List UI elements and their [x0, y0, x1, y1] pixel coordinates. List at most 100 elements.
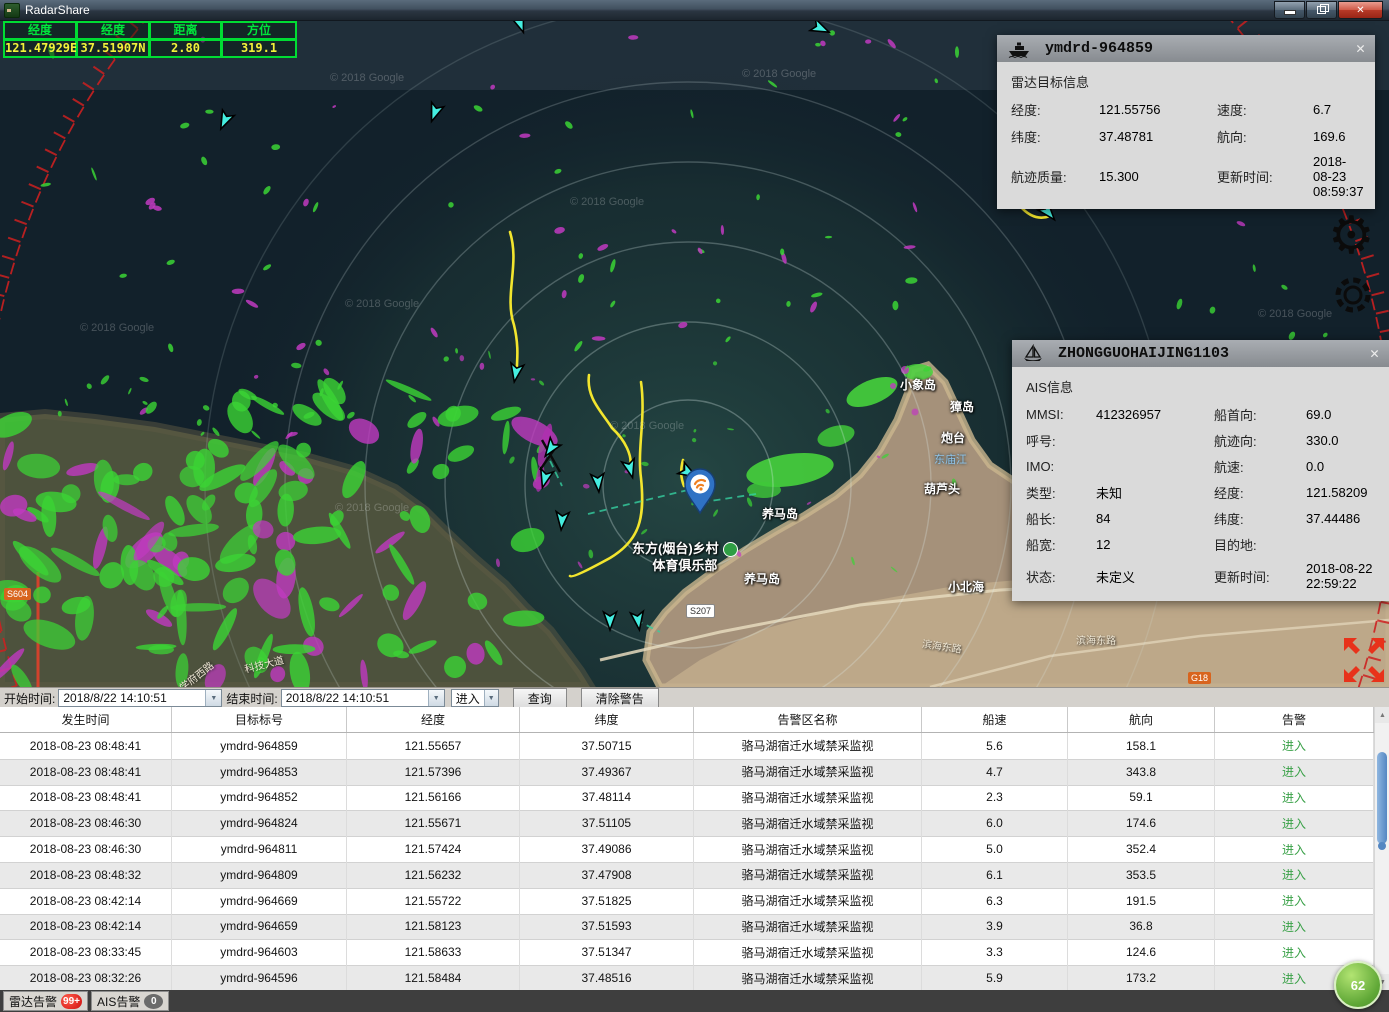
- settings-gear-icon[interactable]: ⚙: [1328, 210, 1375, 262]
- cell: 352.4: [1068, 836, 1215, 863]
- alarm-enter-link[interactable]: 进入: [1282, 737, 1306, 754]
- table-row[interactable]: 2018-08-23 08:42:14ymdrd-964669121.55722…: [0, 888, 1374, 914]
- cell: 骆马湖宿迁水域禁采监视: [694, 888, 922, 915]
- alarm-enter-link[interactable]: 进入: [1282, 970, 1306, 987]
- ais-popup: ZHONGGUOHAIJING1103 ✕ AIS信息 MMSI:4123269…: [1012, 340, 1389, 601]
- cell: 37.51593: [520, 914, 694, 941]
- gear-outline-icon[interactable]: [1330, 272, 1376, 322]
- table-row[interactable]: 2018-08-23 08:33:45ymdrd-964603121.58633…: [0, 939, 1374, 965]
- cell: ymdrd-964824: [172, 810, 347, 837]
- cell: 骆马湖宿迁水域禁采监视: [694, 862, 922, 889]
- end-time-picker[interactable]: 2018/8/22 14:10:51 ▼: [281, 689, 445, 707]
- cell: 骆马湖宿迁水域禁采监视: [694, 836, 922, 863]
- radar-alarm-count-badge: 99+: [61, 994, 82, 1009]
- alarm-enter-link[interactable]: 进入: [1282, 866, 1306, 883]
- cell: 37.51347: [520, 939, 694, 966]
- table-row[interactable]: 2018-08-23 08:46:30ymdrd-964824121.55671…: [0, 810, 1374, 836]
- cursor-readout: 经度 经度 距离 方位 121.47929E 37.51907N 2.80 31…: [4, 22, 297, 58]
- cell: ymdrd-964859: [172, 733, 347, 760]
- close-icon[interactable]: ✕: [1356, 39, 1365, 58]
- scroll-up-icon[interactable]: ▲: [1375, 707, 1389, 723]
- table-row[interactable]: 2018-08-23 08:32:26ymdrd-964596121.58484…: [0, 965, 1374, 991]
- restore-icon: [1317, 6, 1326, 14]
- col-speed: 船速: [922, 707, 1068, 732]
- cell: 骆马湖宿迁水域禁采监视: [694, 914, 922, 941]
- cell: 2018-08-23 08:48:32: [0, 862, 172, 889]
- restore-button[interactable]: [1306, 1, 1337, 19]
- table-row[interactable]: 2018-08-23 08:48:41ymdrd-964852121.56166…: [0, 785, 1374, 811]
- cell: 2018-08-23 08:46:30: [0, 836, 172, 863]
- cell: 骆马湖宿迁水域禁采监视: [694, 759, 922, 786]
- zoom-level-badge[interactable]: 62: [1334, 961, 1382, 1009]
- readout-header: 方位: [221, 21, 297, 40]
- table-row[interactable]: 2018-08-23 08:48:41ymdrd-964853121.57396…: [0, 759, 1374, 785]
- chevron-down-icon[interactable]: ▼: [205, 690, 221, 706]
- cell: 骆马湖宿迁水域禁采监视: [694, 939, 922, 966]
- chevron-down-icon[interactable]: ▼: [428, 690, 444, 706]
- radar-target-popup: ymdrd-964859 ✕ 雷达目标信息 经度:121.55756 速度:6.…: [997, 35, 1375, 209]
- radar-popup-titlebar[interactable]: ymdrd-964859 ✕: [997, 35, 1375, 62]
- query-button[interactable]: 查询: [513, 688, 567, 708]
- chevron-down-icon[interactable]: ▼: [484, 690, 498, 706]
- table-scrollbar[interactable]: ▲ ▼: [1374, 707, 1389, 990]
- cell: 2018-08-23 08:48:41: [0, 785, 172, 812]
- table-row[interactable]: 2018-08-23 08:48:32ymdrd-964809121.56232…: [0, 862, 1374, 888]
- cell: 174.6: [1068, 810, 1215, 837]
- close-button[interactable]: ✕: [1338, 1, 1383, 19]
- scrollbar-thumb[interactable]: [1377, 752, 1387, 844]
- alarm-enter-link[interactable]: 进入: [1282, 944, 1306, 961]
- cell: 5.0: [922, 836, 1068, 863]
- alarm-type-select[interactable]: 进入 ▼: [451, 689, 499, 707]
- cell: 4.7: [922, 759, 1068, 786]
- ais-popup-titlebar[interactable]: ZHONGGUOHAIJING1103 ✕: [1012, 340, 1389, 367]
- start-time-picker[interactable]: 2018/8/22 14:10:51 ▼: [58, 689, 222, 707]
- cell: 2018-08-23 08:48:41: [0, 733, 172, 760]
- alarm-enter-link[interactable]: 进入: [1282, 763, 1306, 780]
- cell: 59.1: [1068, 785, 1215, 812]
- minimize-button[interactable]: [1274, 1, 1305, 19]
- table-row[interactable]: 2018-08-23 08:48:41ymdrd-964859121.55657…: [0, 733, 1374, 759]
- cell: 343.8: [1068, 759, 1215, 786]
- cell: 121.55722: [347, 888, 520, 915]
- close-icon[interactable]: ✕: [1370, 344, 1379, 363]
- sailboat-icon: [1022, 344, 1044, 364]
- cell: 121.57424: [347, 836, 520, 863]
- cell: 37.51825: [520, 888, 694, 915]
- query-toolbar: 开始时间: 2018/8/22 14:10:51 ▼ 结束时间: 2018/8/…: [0, 687, 1389, 708]
- cell: 进入: [1215, 733, 1374, 760]
- tab-radar-alarms[interactable]: 雷达告警 99+: [3, 991, 88, 1011]
- radar-popup-title: ymdrd-964859: [1045, 40, 1153, 57]
- col-course: 航向: [1068, 707, 1215, 732]
- alarm-enter-link[interactable]: 进入: [1282, 892, 1306, 909]
- cell: 3.3: [922, 939, 1068, 966]
- alarm-enter-link[interactable]: 进入: [1282, 918, 1306, 935]
- cell: 进入: [1215, 836, 1374, 863]
- ais-popup-section: AIS信息: [1026, 377, 1375, 396]
- table-row[interactable]: 2018-08-23 08:46:30ymdrd-964811121.57424…: [0, 836, 1374, 862]
- window-title: RadarShare: [25, 3, 90, 17]
- clear-alarms-button[interactable]: 清除警告: [581, 688, 659, 708]
- ais-popup-title: ZHONGGUOHAIJING1103: [1058, 345, 1229, 362]
- radar-popup-section: 雷达目标信息: [1011, 72, 1361, 91]
- cell: 37.50715: [520, 733, 694, 760]
- alarm-enter-link[interactable]: 进入: [1282, 841, 1306, 858]
- cell: 进入: [1215, 862, 1374, 889]
- col-zone: 告警区名称: [694, 707, 922, 732]
- col-alarm: 告警: [1215, 707, 1374, 732]
- cell: ymdrd-964852: [172, 785, 347, 812]
- start-time-label: 开始时间:: [4, 690, 55, 707]
- cell: 124.6: [1068, 939, 1215, 966]
- table-row[interactable]: 2018-08-23 08:42:14ymdrd-964659121.58123…: [0, 914, 1374, 940]
- alarm-enter-link[interactable]: 进入: [1282, 789, 1306, 806]
- cell: 121.58123: [347, 914, 520, 941]
- cell: 3.9: [922, 914, 1068, 941]
- cell: ymdrd-964659: [172, 914, 347, 941]
- tab-ais-alarms[interactable]: AIS告警 0: [91, 991, 169, 1011]
- cell: 37.49086: [520, 836, 694, 863]
- map-viewport[interactable]: 小象岛獐岛炮台东庙江葫芦头养马岛养马岛小北海滨海东路滨海东路科技大道学府西路S2…: [0, 20, 1389, 687]
- cell: 121.56166: [347, 785, 520, 812]
- readout-header: 距离: [149, 21, 222, 40]
- alarm-enter-link[interactable]: 进入: [1282, 815, 1306, 832]
- cell: 进入: [1215, 759, 1374, 786]
- readout-range: 2.80: [149, 39, 222, 58]
